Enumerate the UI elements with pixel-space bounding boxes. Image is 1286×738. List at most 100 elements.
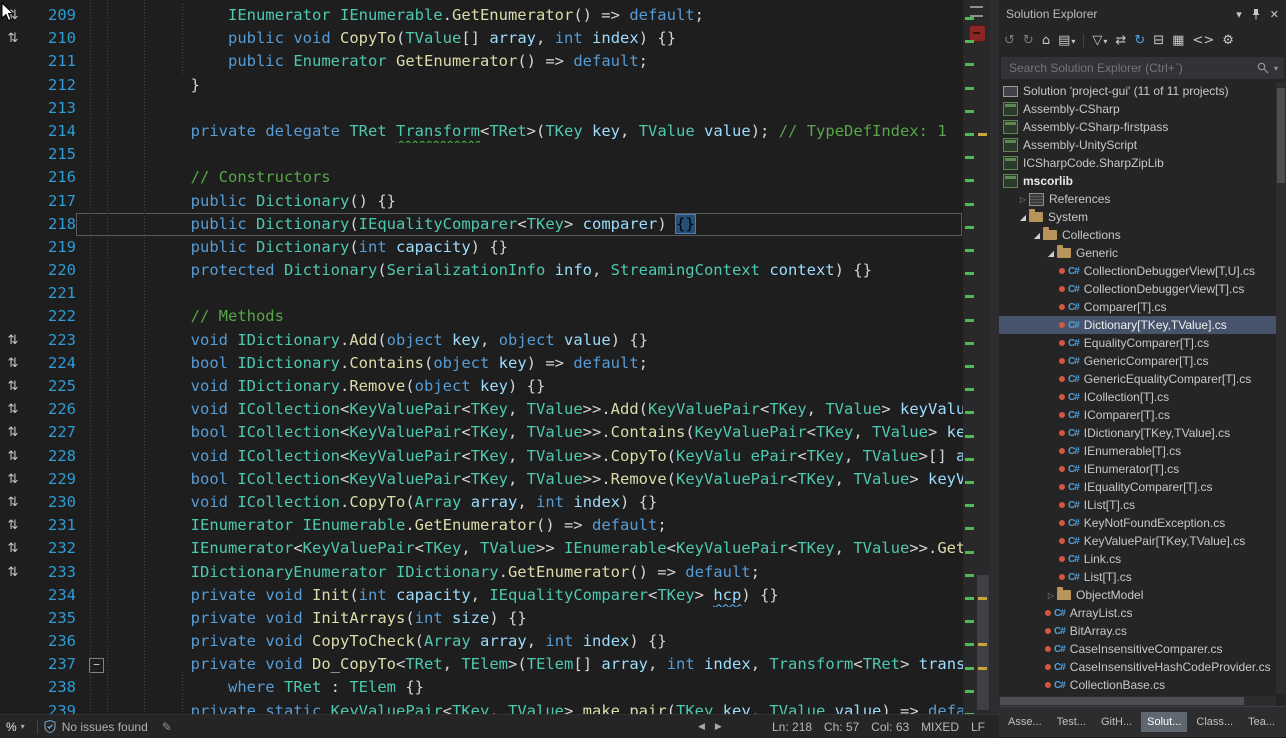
tree-item[interactable]: ▷References (999, 190, 1276, 208)
tree-item[interactable]: C#Dictionary[TKey,TValue].cs (999, 316, 1276, 334)
code-line[interactable]: 213 (0, 97, 963, 120)
code-line[interactable]: 236 private void CopyToCheck(Array array… (0, 630, 963, 653)
outlining-margin[interactable] (85, 305, 116, 328)
outlining-margin[interactable] (85, 398, 116, 421)
collapsed-arrow-icon[interactable]: ▷ (1045, 591, 1057, 600)
outlining-margin[interactable] (85, 236, 116, 259)
sync-active-document-icon[interactable]: ⇄ (1115, 33, 1126, 49)
glyph-margin[interactable]: ⇅ (0, 375, 26, 398)
outlining-margin[interactable] (85, 4, 116, 27)
glyph-margin[interactable] (0, 584, 26, 607)
tree-item[interactable]: Assembly-CSharp-firstpass (999, 118, 1276, 136)
outlining-margin[interactable] (85, 190, 116, 213)
panel-tab-0[interactable]: Asse... (1002, 712, 1048, 732)
panel-tab-4[interactable]: Class... (1190, 712, 1239, 732)
outlining-margin[interactable] (85, 50, 116, 73)
tree-item[interactable]: C#CollectionBase.cs (999, 676, 1276, 694)
code-line[interactable]: 212 } (0, 74, 963, 97)
tree-item[interactable]: C#ICollection[T].cs (999, 388, 1276, 406)
outlining-margin[interactable] (85, 259, 116, 282)
glyph-margin[interactable] (0, 305, 26, 328)
tree-item[interactable]: C#IList[T].cs (999, 496, 1276, 514)
code-line[interactable]: ⇅210 public void CopyTo(TValue[] array, … (0, 27, 963, 50)
tree-item[interactable]: C#IEnumerable[T].cs (999, 442, 1276, 460)
implements-arrows-icon[interactable]: ⇅ (8, 31, 19, 46)
view-code-icon[interactable]: <> (1192, 33, 1214, 49)
tree-item[interactable]: C#Comparer[T].cs (999, 298, 1276, 316)
expanded-arrow-icon[interactable]: ◢ (1017, 213, 1029, 222)
tree-item[interactable]: Assembly-CSharp (999, 100, 1276, 118)
implements-arrows-icon[interactable]: ⇅ (8, 518, 19, 533)
glyph-margin[interactable] (0, 120, 26, 143)
tree-item[interactable]: C#CollectionDebuggerView[T,U].cs (999, 262, 1276, 280)
zoom-control[interactable]: % ▾ (0, 720, 31, 734)
refresh-icon[interactable]: ↻ (1134, 33, 1145, 49)
outlining-margin[interactable] (85, 700, 116, 714)
collapse-all-icon[interactable]: ⊟ (1153, 33, 1164, 49)
glyph-margin[interactable] (0, 676, 26, 699)
implements-arrows-icon[interactable]: ⇅ (8, 379, 19, 394)
scroll-left-icon[interactable]: ◀ (698, 722, 705, 732)
window-position-icon[interactable]: ▾ (1236, 8, 1242, 21)
outlining-margin[interactable]: − (85, 653, 116, 676)
panel-splitter[interactable] (990, 0, 999, 737)
outlining-margin[interactable] (85, 213, 116, 236)
search-box[interactable]: ▾ (1001, 57, 1284, 79)
outlining-margin[interactable] (85, 676, 116, 699)
outlining-margin[interactable] (85, 491, 116, 514)
panel-tab-2[interactable]: GitH... (1095, 712, 1138, 732)
code-line[interactable]: 237− private void Do_CopyTo<TRet, TElem>… (0, 653, 963, 676)
glyph-margin[interactable] (0, 653, 26, 676)
chevron-down-icon[interactable]: ▾ (1274, 64, 1278, 73)
implements-arrows-icon[interactable]: ⇅ (8, 495, 19, 510)
tree-item[interactable]: C#CaseInsensitiveHashCodeProvider.cs (999, 658, 1276, 676)
code-line[interactable]: ⇅230 void ICollection.CopyTo(Array array… (0, 491, 963, 514)
show-all-files-icon[interactable]: ▦ (1172, 33, 1184, 49)
outlining-margin[interactable] (85, 282, 116, 305)
glyph-margin[interactable]: ⇅ (0, 445, 26, 468)
tree-item[interactable]: ◢Collections (999, 226, 1276, 244)
pin-icon[interactable] (1251, 8, 1261, 20)
expanded-arrow-icon[interactable]: ◢ (1031, 231, 1043, 240)
tree-item[interactable]: C#GenericComparer[T].cs (999, 352, 1276, 370)
code-line[interactable]: ⇅232 IEnumerator<KeyValuePair<TKey, TVal… (0, 537, 963, 560)
tree-item[interactable]: ICSharpCode.SharpZipLib (999, 154, 1276, 172)
panel-tab-3[interactable]: Solut... (1141, 712, 1187, 732)
code-line[interactable]: ⇅233 IDictionaryEnumerator IDictionary.G… (0, 561, 963, 584)
code-line[interactable]: 215 (0, 143, 963, 166)
glyph-margin[interactable] (0, 630, 26, 653)
tree-item[interactable]: Solution 'project-gui' (11 of 11 project… (999, 82, 1276, 100)
glyph-margin[interactable]: ⇅ (0, 514, 26, 537)
code-line[interactable]: ⇅227 bool ICollection<KeyValuePair<TKey,… (0, 421, 963, 444)
tree-item[interactable]: C#EqualityComparer[T].cs (999, 334, 1276, 352)
tree-item[interactable]: C#CaseInsensitiveComparer.cs (999, 640, 1276, 658)
glyph-margin[interactable] (0, 700, 26, 714)
glyph-margin[interactable] (0, 50, 26, 73)
panel-horizontal-scrollbar[interactable] (999, 696, 1276, 706)
tree-item[interactable]: C#IDictionary[TKey,TValue].cs (999, 424, 1276, 442)
code-line[interactable]: ⇅209 IEnumerator IEnumerable.GetEnumerat… (0, 4, 963, 27)
tree-item[interactable]: ◢Generic (999, 244, 1276, 262)
outlining-margin[interactable] (85, 468, 116, 491)
home-icon[interactable]: ⌂ (1042, 33, 1050, 49)
code-line[interactable]: 220 protected Dictionary(SerializationIn… (0, 259, 963, 282)
glyph-margin[interactable]: ⇅ (0, 468, 26, 491)
tree-item[interactable]: C#IEnumerator[T].cs (999, 460, 1276, 478)
vertical-scrollbar[interactable] (963, 0, 990, 714)
glyph-margin[interactable] (0, 213, 26, 236)
glyph-margin[interactable] (0, 74, 26, 97)
tree-item[interactable]: C#KeyNotFoundException.cs (999, 514, 1276, 532)
code-line[interactable]: 211 public Enumerator GetEnumerator() =>… (0, 50, 963, 73)
outlining-margin[interactable] (85, 97, 116, 120)
tree-item[interactable]: ◢System (999, 208, 1276, 226)
glyph-margin[interactable]: ⇅ (0, 491, 26, 514)
outlining-margin[interactable] (85, 375, 116, 398)
back-icon[interactable]: ↺ (1004, 33, 1015, 49)
code-line[interactable]: 216 // Constructors (0, 166, 963, 189)
switch-views-icon[interactable]: ▤▾ (1058, 33, 1075, 50)
code-line[interactable]: ⇅226 void ICollection<KeyValuePair<TKey,… (0, 398, 963, 421)
tree-item[interactable]: ▷ObjectModel (999, 586, 1276, 604)
outlining-margin[interactable] (85, 514, 116, 537)
code-editor[interactable]: ⇅209 IEnumerator IEnumerable.GetEnumerat… (0, 0, 990, 714)
code-line[interactable]: 221 (0, 282, 963, 305)
